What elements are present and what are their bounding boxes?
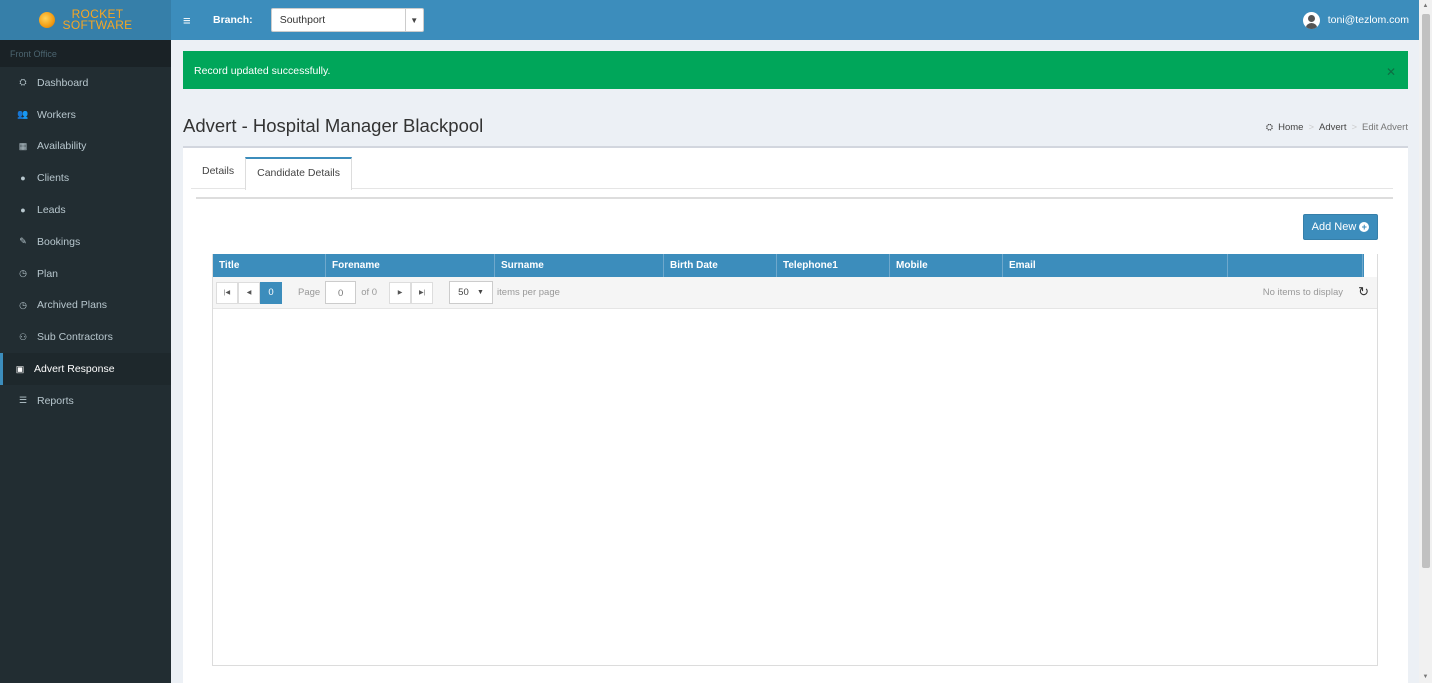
pager-nav-buttons: ▶ ▶| [389, 281, 434, 304]
sidebar-item-plan[interactable]: ◷ Plan [0, 258, 171, 290]
app-logo[interactable]: ROCKET SOFTWARE [0, 0, 171, 40]
user-menu[interactable]: toni@tezlom.com [1302, 11, 1409, 29]
breadcrumb-separator: > [1351, 122, 1358, 133]
refresh-icon[interactable]: ↻ [1358, 284, 1369, 300]
logo-text: ROCKET SOFTWARE [62, 8, 133, 32]
sidebar-item-label: Workers [37, 108, 76, 121]
user-email: toni@tezlom.com [1327, 14, 1409, 26]
logo-line-2: SOFTWARE [62, 18, 133, 32]
column-header-mobile[interactable]: Mobile [890, 254, 1003, 277]
sidebar: ROCKET SOFTWARE Front Office ⛭ Dashboard 👥… [0, 0, 171, 683]
tab-bar: Details Candidate Details [191, 157, 1393, 190]
sidebar-item-label: Reports [37, 394, 74, 407]
sidebar-item-label: Bookings [37, 235, 81, 248]
column-header-title[interactable]: Title [213, 254, 326, 277]
handshake-icon: ⚇ [18, 331, 28, 342]
page-title: Advert - Hospital Manager Blackpool [183, 115, 484, 136]
sidebar-item-label: Advert Response [34, 363, 115, 376]
breadcrumb-current: Edit Advert [1362, 122, 1408, 133]
clock-icon: ◷ [19, 268, 27, 279]
page-number-input[interactable]: 0 [325, 281, 357, 304]
pager-info: No items to display [1262, 287, 1343, 298]
plus-circle-icon: + [1359, 222, 1370, 232]
sidebar-item-label: Availability [37, 140, 87, 153]
sidebar-item-label: Archived Plans [37, 299, 108, 312]
sidebar-item-label: Clients [37, 172, 70, 185]
page-of-label: of 0 [361, 287, 378, 298]
breadcrumb-home[interactable]: Home [1278, 122, 1303, 133]
dashboard-icon: ⛭ [19, 77, 27, 88]
edit-icon: ✎ [19, 236, 27, 247]
sidebar-item-availability[interactable]: ▦ Availability [0, 131, 171, 163]
calendar-icon: ▦ [18, 140, 28, 151]
tab-details[interactable]: Details [191, 157, 245, 189]
column-header-forename[interactable]: Forename [326, 254, 495, 277]
sidebar-item-label: Plan [37, 267, 59, 280]
column-header-birth-date[interactable]: Birth Date [664, 254, 777, 277]
candidate-grid: Title Forename Surname Birth Date Telephone1… [212, 254, 1378, 666]
add-new-button[interactable]: Add New + [1303, 214, 1378, 240]
clock-icon: ◷ [19, 299, 27, 310]
scrollbar-thumb[interactable] [1422, 14, 1430, 568]
list-alt-icon: ▣ [15, 363, 25, 374]
sidebar-section-header: Front Office [0, 40, 171, 67]
dashboard-icon: ⛭ [1265, 122, 1274, 132]
divider [196, 197, 1393, 199]
sidebar-nav: ⛭ Dashboard 👥 Workers ▦ Availability ● Clients ●… [0, 67, 171, 417]
sidebar-item-sub-contractors[interactable]: ⚇ Sub Contractors [0, 321, 171, 353]
current-page-button[interactable]: 0 [260, 281, 282, 304]
menu-toggle-icon[interactable]: ≡ [183, 13, 197, 28]
user-plus-icon: ● [20, 205, 26, 216]
sidebar-item-label: Dashboard [37, 76, 89, 89]
column-header-surname[interactable]: Surname [495, 254, 664, 277]
column-header-actions[interactable] [1228, 254, 1363, 277]
column-header-telephone1[interactable]: Telephone1 [777, 254, 890, 277]
page-size-select[interactable]: 50 ▼ [449, 281, 494, 304]
sidebar-item-reports[interactable]: ☰ Reports [0, 385, 171, 417]
last-page-icon[interactable]: ▶| [411, 281, 434, 304]
page-label: Page [298, 287, 321, 298]
chevron-down-icon[interactable]: ▼ [404, 9, 423, 31]
user-avatar-icon [1302, 11, 1320, 29]
content-panel: Details Candidate Details Add New + Title… [183, 146, 1408, 683]
breadcrumb-advert[interactable]: Advert [1319, 122, 1346, 133]
tab-candidate-details[interactable]: Candidate Details [245, 157, 352, 190]
user-icon: ● [20, 173, 26, 184]
branch-label: Branch: [213, 14, 253, 26]
sidebar-item-advert-response[interactable]: ▣ Advert Response [0, 353, 171, 385]
next-page-icon[interactable]: ▶ [389, 281, 412, 304]
sidebar-item-archived-plans[interactable]: ◷ Archived Plans [0, 290, 171, 322]
chevron-down-icon: ▼ [476, 289, 484, 296]
scroll-down-arrow-icon[interactable]: ▼ [1419, 671, 1432, 683]
sidebar-item-bookings[interactable]: ✎ Bookings [0, 226, 171, 258]
pager-buttons: |◀ ◀ 0 [216, 281, 282, 304]
sidebar-item-clients[interactable]: ● Clients [0, 162, 171, 194]
scroll-up-arrow-icon[interactable]: ▲ [1419, 0, 1432, 12]
sidebar-item-dashboard[interactable]: ⛭ Dashboard [0, 67, 171, 99]
grid-pager: |◀ ◀ 0 Page 0 of 0 ▶ ▶| 50 ▼ items per p… [213, 277, 1377, 309]
branch-select[interactable]: Southport ▼ [270, 8, 424, 32]
add-new-label: Add New [1311, 221, 1357, 233]
grid-header: Title Forename Surname Birth Date Telephone1… [213, 254, 1364, 277]
prev-page-icon[interactable]: ◀ [238, 281, 260, 304]
alert-message: Record updated successfully. [194, 65, 331, 77]
list-icon: ☰ [18, 395, 28, 406]
sidebar-item-leads[interactable]: ● Leads [0, 194, 171, 226]
first-page-icon[interactable]: |◀ [216, 281, 238, 304]
sidebar-item-label: Leads [37, 204, 66, 217]
column-header-email[interactable]: Email [1003, 254, 1228, 277]
branch-select-value: Southport [279, 14, 326, 26]
rocket-logo-icon [38, 12, 55, 28]
top-navbar: ≡ Branch: Southport ▼ toni@tezlom.com [171, 0, 1419, 40]
sidebar-item-workers[interactable]: 👥 Workers [0, 99, 171, 131]
success-alert: Record updated successfully. ✕ [183, 51, 1408, 89]
breadcrumb-separator: > [1308, 122, 1315, 133]
sidebar-item-label: Sub Contractors [37, 331, 113, 344]
breadcrumb: ⛭ Home > Advert > Edit Advert [1266, 122, 1408, 133]
page-size-value: 50 [458, 287, 469, 298]
items-per-page-label: items per page [497, 287, 560, 298]
close-icon[interactable]: ✕ [1386, 65, 1396, 79]
users-icon: 👥 [17, 109, 29, 120]
page-scrollbar[interactable]: ▲ ▼ [1419, 0, 1432, 683]
